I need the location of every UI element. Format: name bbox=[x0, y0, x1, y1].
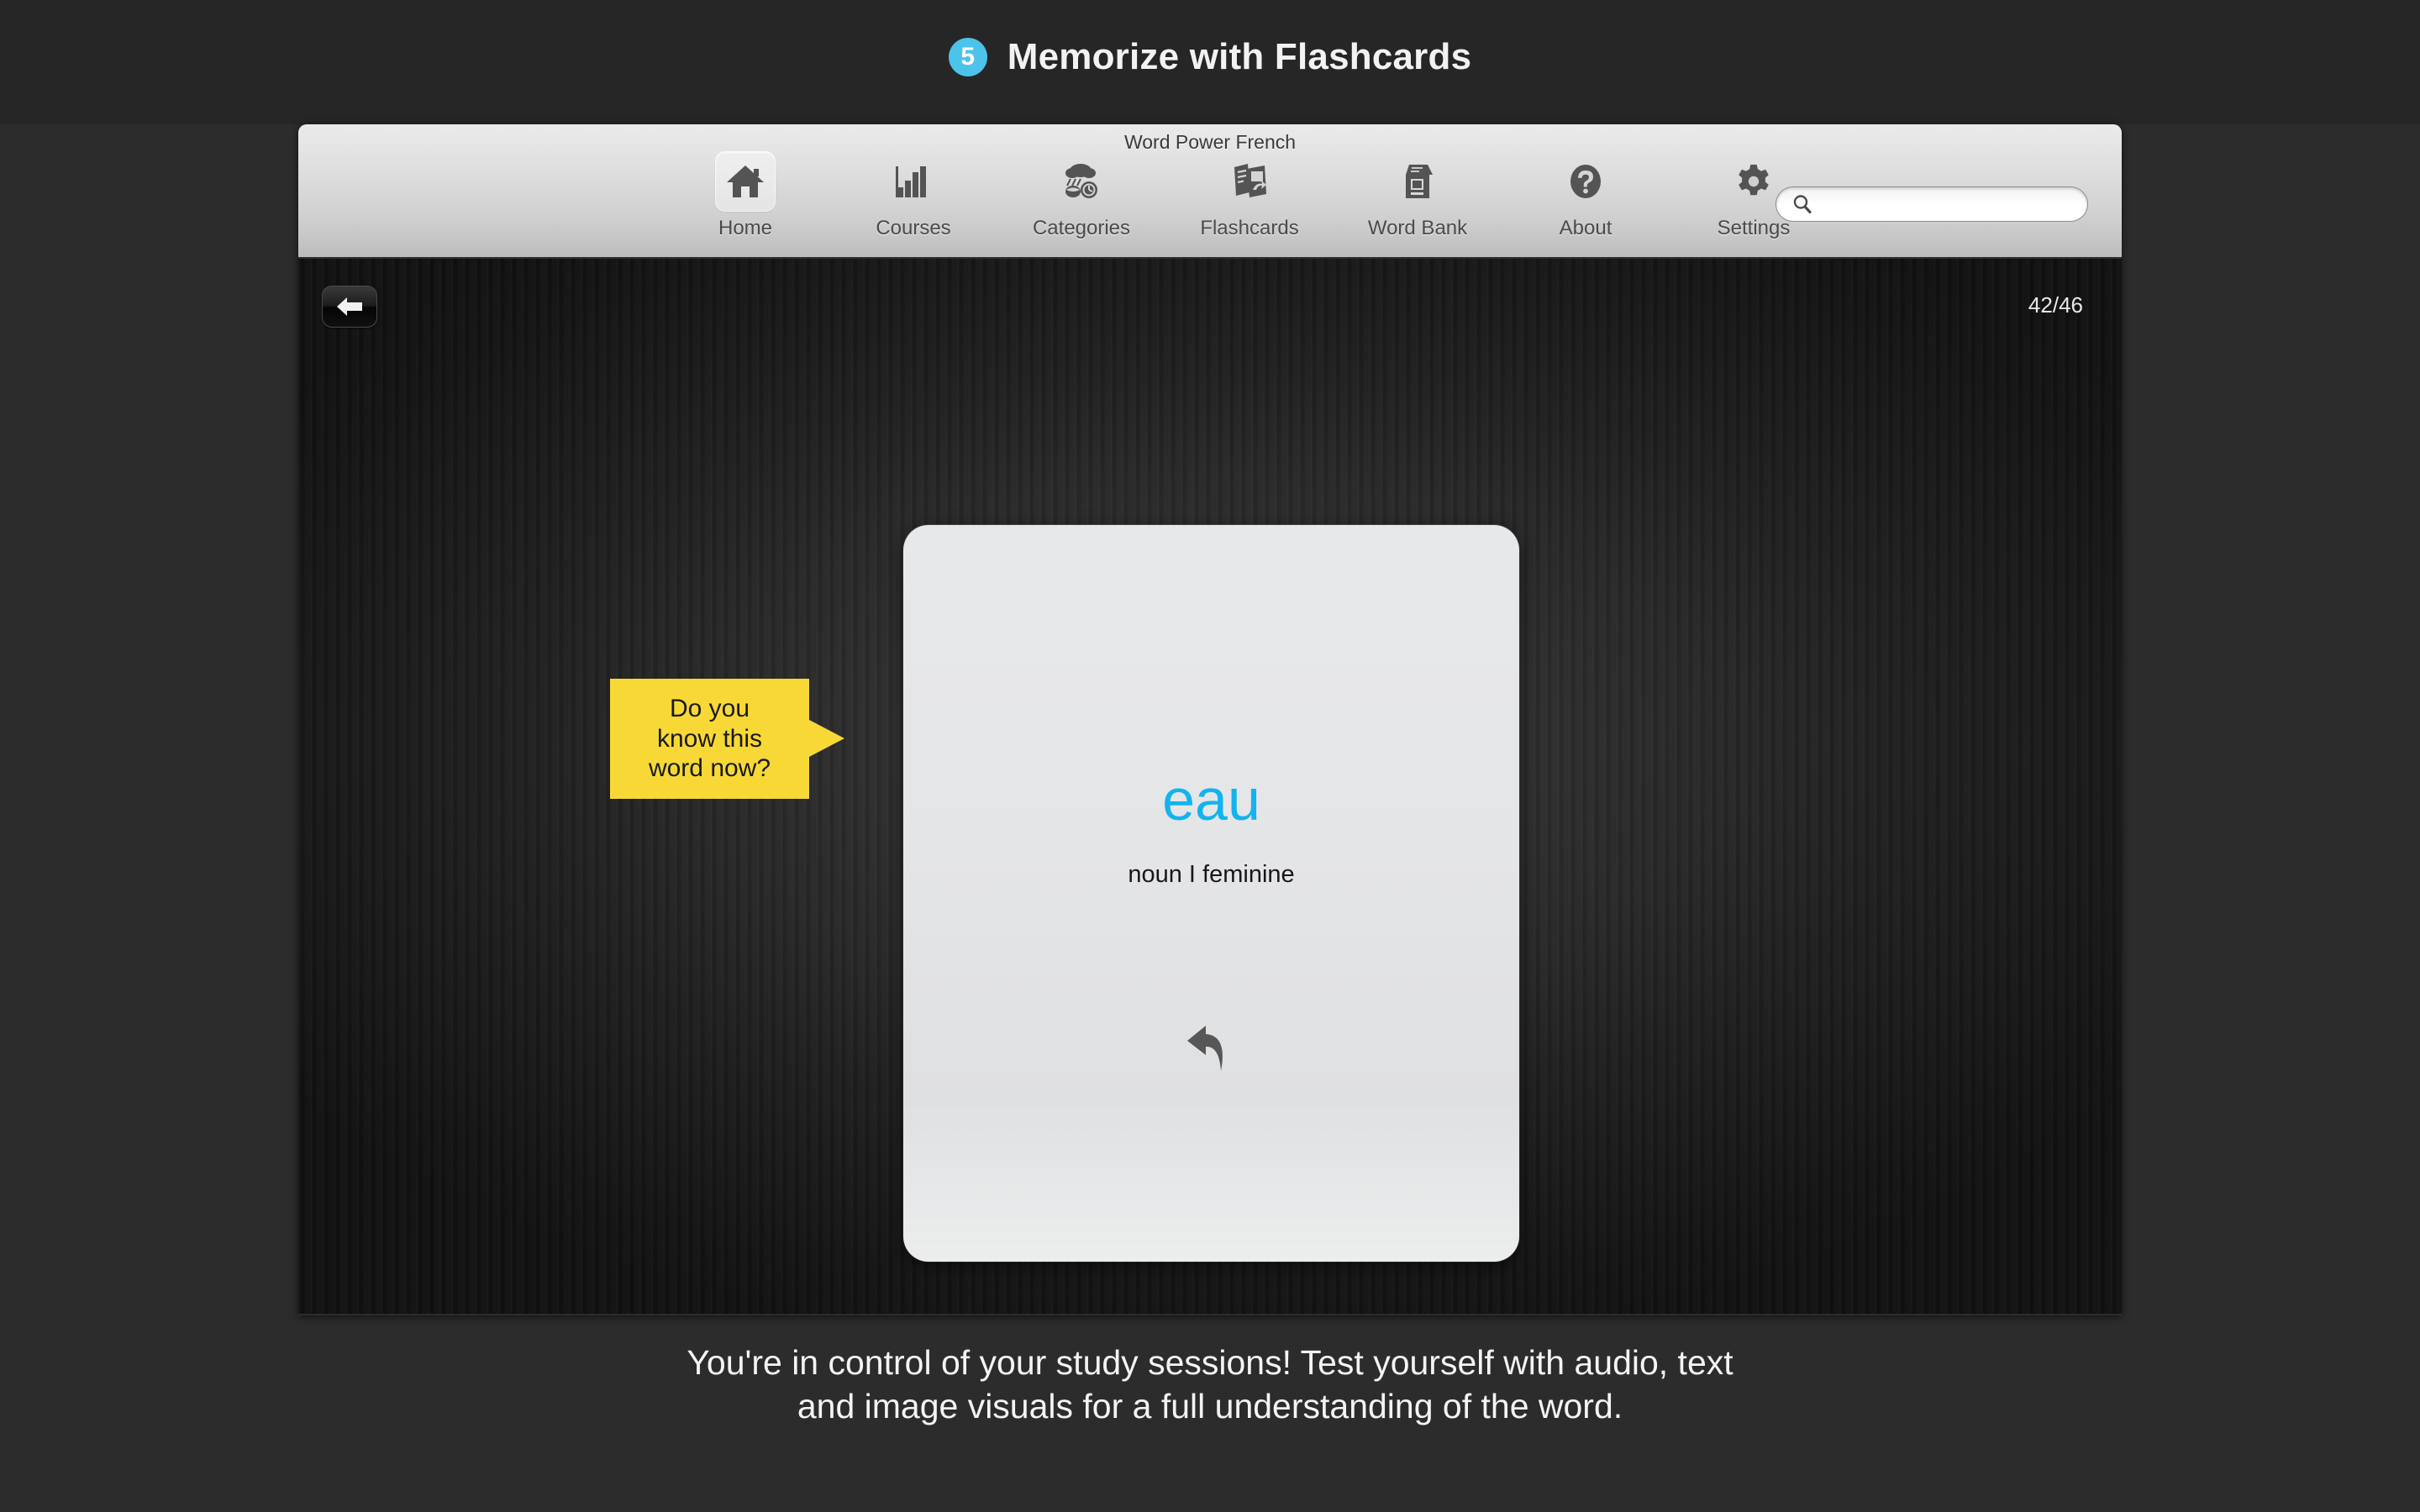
categories-icon bbox=[1051, 151, 1112, 212]
back-button[interactable] bbox=[322, 286, 377, 328]
word-bank-icon bbox=[1387, 151, 1448, 212]
search-box[interactable] bbox=[1776, 186, 2088, 222]
search-input[interactable] bbox=[1776, 186, 2088, 222]
flip-back-arrow-icon bbox=[1186, 1026, 1223, 1071]
bar-chart-icon bbox=[883, 151, 944, 212]
callout-bubble-tail bbox=[809, 720, 844, 757]
arrow-left-icon bbox=[337, 297, 362, 316]
toolbar-item-courses[interactable]: Courses bbox=[829, 151, 997, 240]
flashcard-part-of-speech: noun I feminine bbox=[1128, 861, 1295, 888]
step-number-badge: 5 bbox=[948, 38, 987, 76]
toolbar-label-about: About bbox=[1559, 217, 1612, 239]
search-icon bbox=[1792, 194, 1812, 214]
page-title: Memorize with Flashcards bbox=[1007, 36, 1472, 77]
toolbar-item-word-bank[interactable]: Word Bank bbox=[1334, 151, 1502, 240]
toolbar-item-categories[interactable]: Categories bbox=[997, 151, 1165, 240]
home-icon bbox=[715, 151, 776, 212]
toolbar-label-flashcards: Flashcards bbox=[1200, 217, 1299, 239]
toolbar-items: Home Courses Categories Flashcards Word … bbox=[661, 151, 1838, 240]
callout-bubble: Do you know this word now? bbox=[610, 679, 809, 799]
toolbar-label-home: Home bbox=[718, 217, 773, 239]
flashcard[interactable]: eau noun I feminine bbox=[903, 525, 1519, 1262]
banner: 5 Memorize with Flashcards bbox=[0, 0, 2420, 124]
flip-card-button[interactable] bbox=[903, 1021, 1519, 1076]
toolbar-item-about[interactable]: About bbox=[1502, 151, 1670, 240]
flashcard-content-area: 42/46 eau noun I feminine Do you know th… bbox=[298, 259, 2122, 1314]
toolbar-item-home[interactable]: Home bbox=[661, 151, 829, 240]
toolbar-label-word-bank: Word Bank bbox=[1367, 217, 1468, 239]
footer-caption: You're in control of your study sessions… bbox=[687, 1343, 1733, 1426]
toolbar: Word Power French Home Courses Categorie… bbox=[298, 124, 2122, 259]
toolbar-label-courses: Courses bbox=[876, 217, 951, 239]
screenshot-root: 5 Memorize with Flashcards Word Power Fr… bbox=[0, 0, 2420, 1512]
flashcard-word: eau bbox=[1162, 767, 1260, 832]
banner-inner: 5 Memorize with Flashcards bbox=[948, 36, 1472, 78]
app-window: Word Power French Home Courses Categorie… bbox=[298, 124, 2122, 1315]
flashcards-icon bbox=[1219, 151, 1280, 212]
toolbar-item-flashcards[interactable]: Flashcards bbox=[1165, 151, 1334, 240]
question-mark-icon bbox=[1555, 151, 1616, 212]
card-counter: 42/46 bbox=[2028, 292, 2083, 318]
callout-text: Do you know this word now? bbox=[648, 695, 771, 783]
window-title: Word Power French bbox=[1123, 131, 1297, 153]
toolbar-label-categories: Categories bbox=[1032, 217, 1131, 239]
